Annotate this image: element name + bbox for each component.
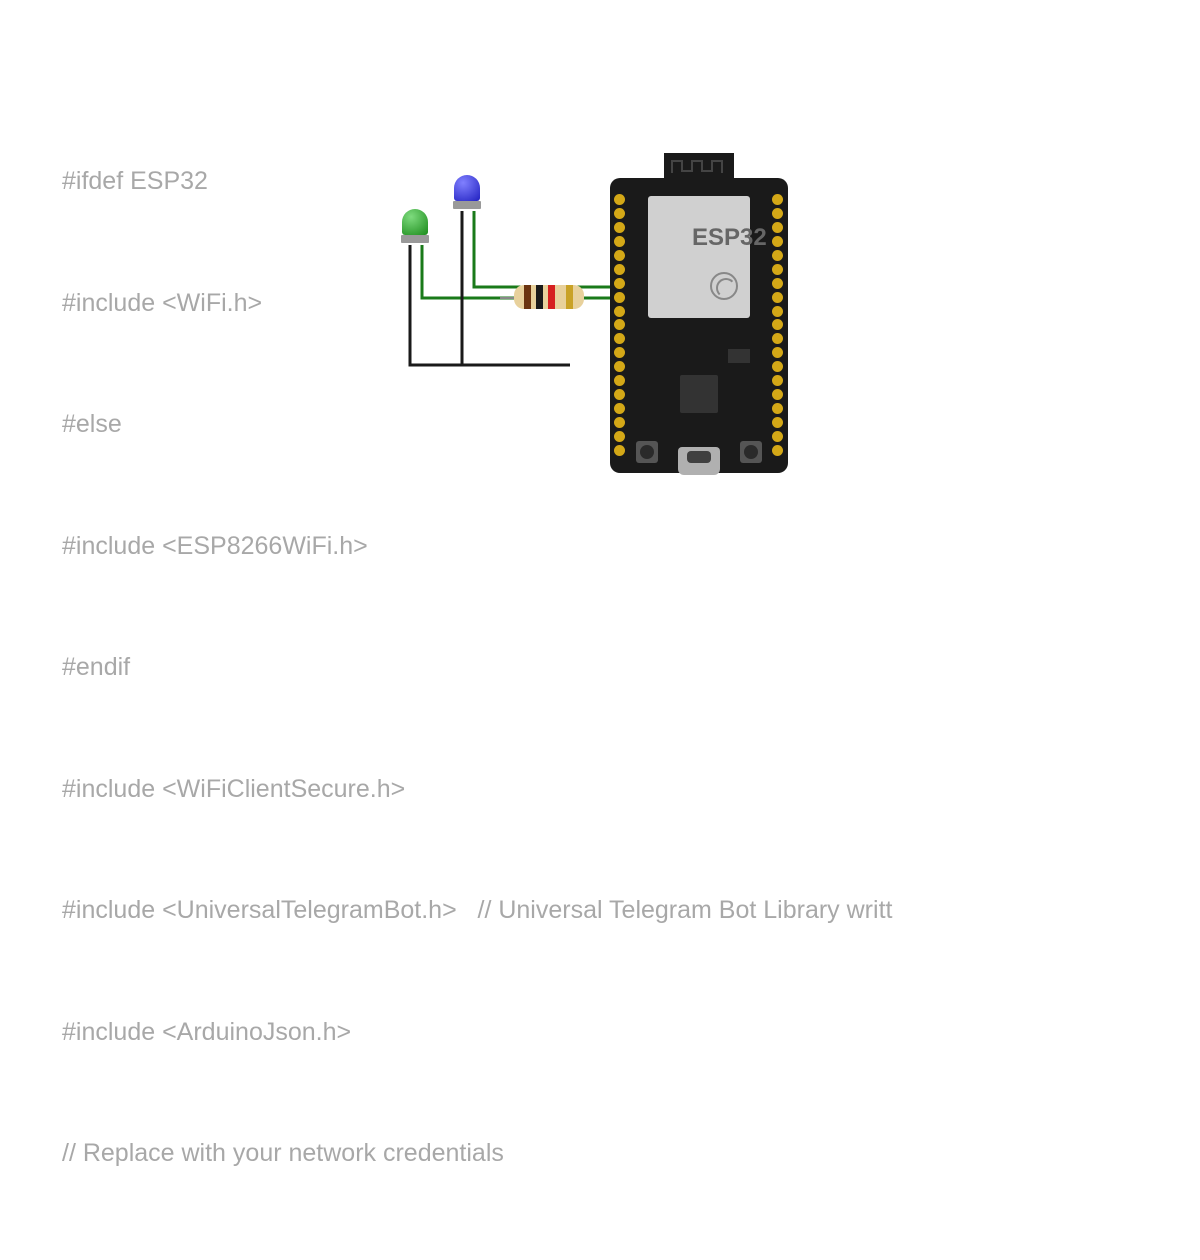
micro-usb-port bbox=[678, 447, 720, 475]
code-line: // Replace with your network credentials bbox=[62, 1133, 892, 1174]
blue-led[interactable] bbox=[454, 175, 480, 209]
esp32-board[interactable]: ESP32 bbox=[610, 178, 788, 473]
pin bbox=[614, 319, 625, 330]
pin-header-left bbox=[614, 194, 626, 456]
pin bbox=[772, 278, 783, 289]
pin bbox=[614, 347, 625, 358]
pin bbox=[772, 264, 783, 275]
esp32-chip-label: ESP32 bbox=[692, 224, 767, 252]
pin bbox=[614, 208, 625, 219]
led-bulb bbox=[454, 175, 480, 201]
antenna-trace-icon bbox=[664, 153, 734, 179]
espressif-logo-icon bbox=[710, 272, 738, 300]
pin bbox=[614, 222, 625, 233]
code-line: #include <ESP8266WiFi.h> bbox=[62, 526, 892, 567]
pin bbox=[772, 292, 783, 303]
pin-header-right bbox=[772, 194, 784, 456]
code-line: #include <ArduinoJson.h> bbox=[62, 1012, 892, 1053]
pin bbox=[614, 250, 625, 261]
pin bbox=[772, 389, 783, 400]
pin bbox=[614, 236, 625, 247]
pin bbox=[772, 445, 783, 456]
pin bbox=[614, 292, 625, 303]
pin bbox=[614, 389, 625, 400]
led-base bbox=[401, 235, 429, 243]
pin bbox=[772, 333, 783, 344]
pin bbox=[772, 375, 783, 386]
pin bbox=[772, 236, 783, 247]
pin bbox=[772, 361, 783, 372]
pin bbox=[772, 417, 783, 428]
pin bbox=[614, 403, 625, 414]
pin bbox=[614, 431, 625, 442]
pin bbox=[772, 347, 783, 358]
pin bbox=[772, 194, 783, 205]
pin bbox=[614, 194, 625, 205]
pin bbox=[614, 445, 625, 456]
pin bbox=[772, 319, 783, 330]
pin bbox=[772, 431, 783, 442]
pin bbox=[772, 403, 783, 414]
resistor-band-3 bbox=[548, 285, 555, 309]
green-led[interactable] bbox=[402, 209, 428, 243]
resistor-band-2 bbox=[536, 285, 543, 309]
resistor-band-4 bbox=[566, 285, 573, 309]
circuit-diagram: ESP32 bbox=[610, 135, 810, 475]
pin bbox=[614, 306, 625, 317]
led-base bbox=[453, 201, 481, 209]
boot-button[interactable] bbox=[740, 441, 762, 463]
code-line: #include <UniversalTelegramBot.h> // Uni… bbox=[62, 890, 892, 931]
esp32-metal-shield: ESP32 bbox=[648, 196, 750, 318]
resistor-band-1 bbox=[524, 285, 531, 309]
regulator-chip bbox=[728, 349, 750, 363]
pin bbox=[614, 375, 625, 386]
pin bbox=[614, 361, 625, 372]
pin bbox=[772, 222, 783, 233]
en-button[interactable] bbox=[636, 441, 658, 463]
pin bbox=[772, 306, 783, 317]
pin bbox=[614, 278, 625, 289]
pin bbox=[772, 208, 783, 219]
pin bbox=[614, 264, 625, 275]
code-line: #endif bbox=[62, 647, 892, 688]
esp32-antenna bbox=[664, 153, 734, 179]
led-bulb bbox=[402, 209, 428, 235]
code-line: #include <WiFiClientSecure.h> bbox=[62, 769, 892, 810]
usb-serial-chip bbox=[680, 375, 718, 413]
code-line: const char* ssid = "Galaxy F23 5G66B4"; bbox=[62, 1255, 892, 1260]
pin bbox=[614, 333, 625, 344]
pin bbox=[772, 250, 783, 261]
pin bbox=[614, 417, 625, 428]
resistor[interactable] bbox=[514, 285, 584, 309]
